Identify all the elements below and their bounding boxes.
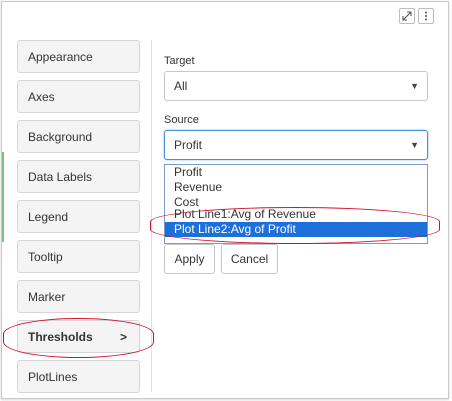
settings-nav: Appearance Axes Background Data Labels L… xyxy=(17,40,140,400)
nav-item-background[interactable]: Background xyxy=(17,120,140,153)
side-edge-marker xyxy=(2,152,4,242)
dropdown-option[interactable]: Plot Line1:Avg of Revenue xyxy=(165,207,427,222)
thresholds-form: Target All ▼ Source Profit ▼ xyxy=(164,55,428,160)
target-select-value: All xyxy=(174,79,188,93)
nav-item-label: Tooltip xyxy=(28,249,63,264)
source-select[interactable]: Profit ▼ xyxy=(164,130,428,160)
nav-item-marker[interactable]: Marker xyxy=(17,280,140,313)
panel-toolbar xyxy=(399,8,434,24)
nav-item-plotlines[interactable]: PlotLines xyxy=(17,360,140,393)
nav-item-axes[interactable]: Axes xyxy=(17,80,140,113)
kebab-menu-icon[interactable] xyxy=(418,8,434,24)
chevron-right-icon: > xyxy=(119,329,127,344)
chevron-down-icon: ▼ xyxy=(410,140,419,150)
apply-button[interactable]: Apply xyxy=(164,244,215,274)
nav-item-label: Legend xyxy=(28,209,69,224)
source-dropdown-list: Profit Revenue Cost Plot Line1:Avg of Re… xyxy=(164,164,428,244)
nav-item-label: Background xyxy=(28,129,93,144)
dropdown-option[interactable]: Revenue xyxy=(165,180,427,195)
dropdown-option[interactable]: Profit xyxy=(165,165,427,180)
nav-item-label: Appearance xyxy=(28,49,93,64)
nav-item-label: PlotLines xyxy=(28,369,78,384)
chevron-down-icon: ▼ xyxy=(410,81,419,91)
dropdown-option[interactable]: Cost xyxy=(165,195,427,207)
nav-item-label: Marker xyxy=(28,289,66,304)
nav-item-tooltip[interactable]: Tooltip xyxy=(17,240,140,273)
target-label: Target xyxy=(164,55,195,67)
nav-item-appearance[interactable]: Appearance xyxy=(17,40,140,73)
vertical-divider xyxy=(151,40,152,392)
nav-item-label: Axes xyxy=(28,89,55,104)
source-select-value: Profit xyxy=(174,138,203,152)
nav-item-legend[interactable]: Legend xyxy=(17,200,140,233)
cancel-button[interactable]: Cancel xyxy=(221,244,278,274)
target-select[interactable]: All ▼ xyxy=(164,71,428,101)
dropdown-option-selected[interactable]: Plot Line2:Avg of Profit xyxy=(165,222,427,237)
nav-item-label: Data Labels xyxy=(28,169,93,184)
source-label: Source xyxy=(164,114,199,126)
nav-item-data-labels[interactable]: Data Labels xyxy=(17,160,140,193)
nav-item-thresholds[interactable]: Thresholds > xyxy=(17,320,140,353)
expand-icon[interactable] xyxy=(399,8,415,24)
nav-item-label: Thresholds xyxy=(28,329,93,344)
